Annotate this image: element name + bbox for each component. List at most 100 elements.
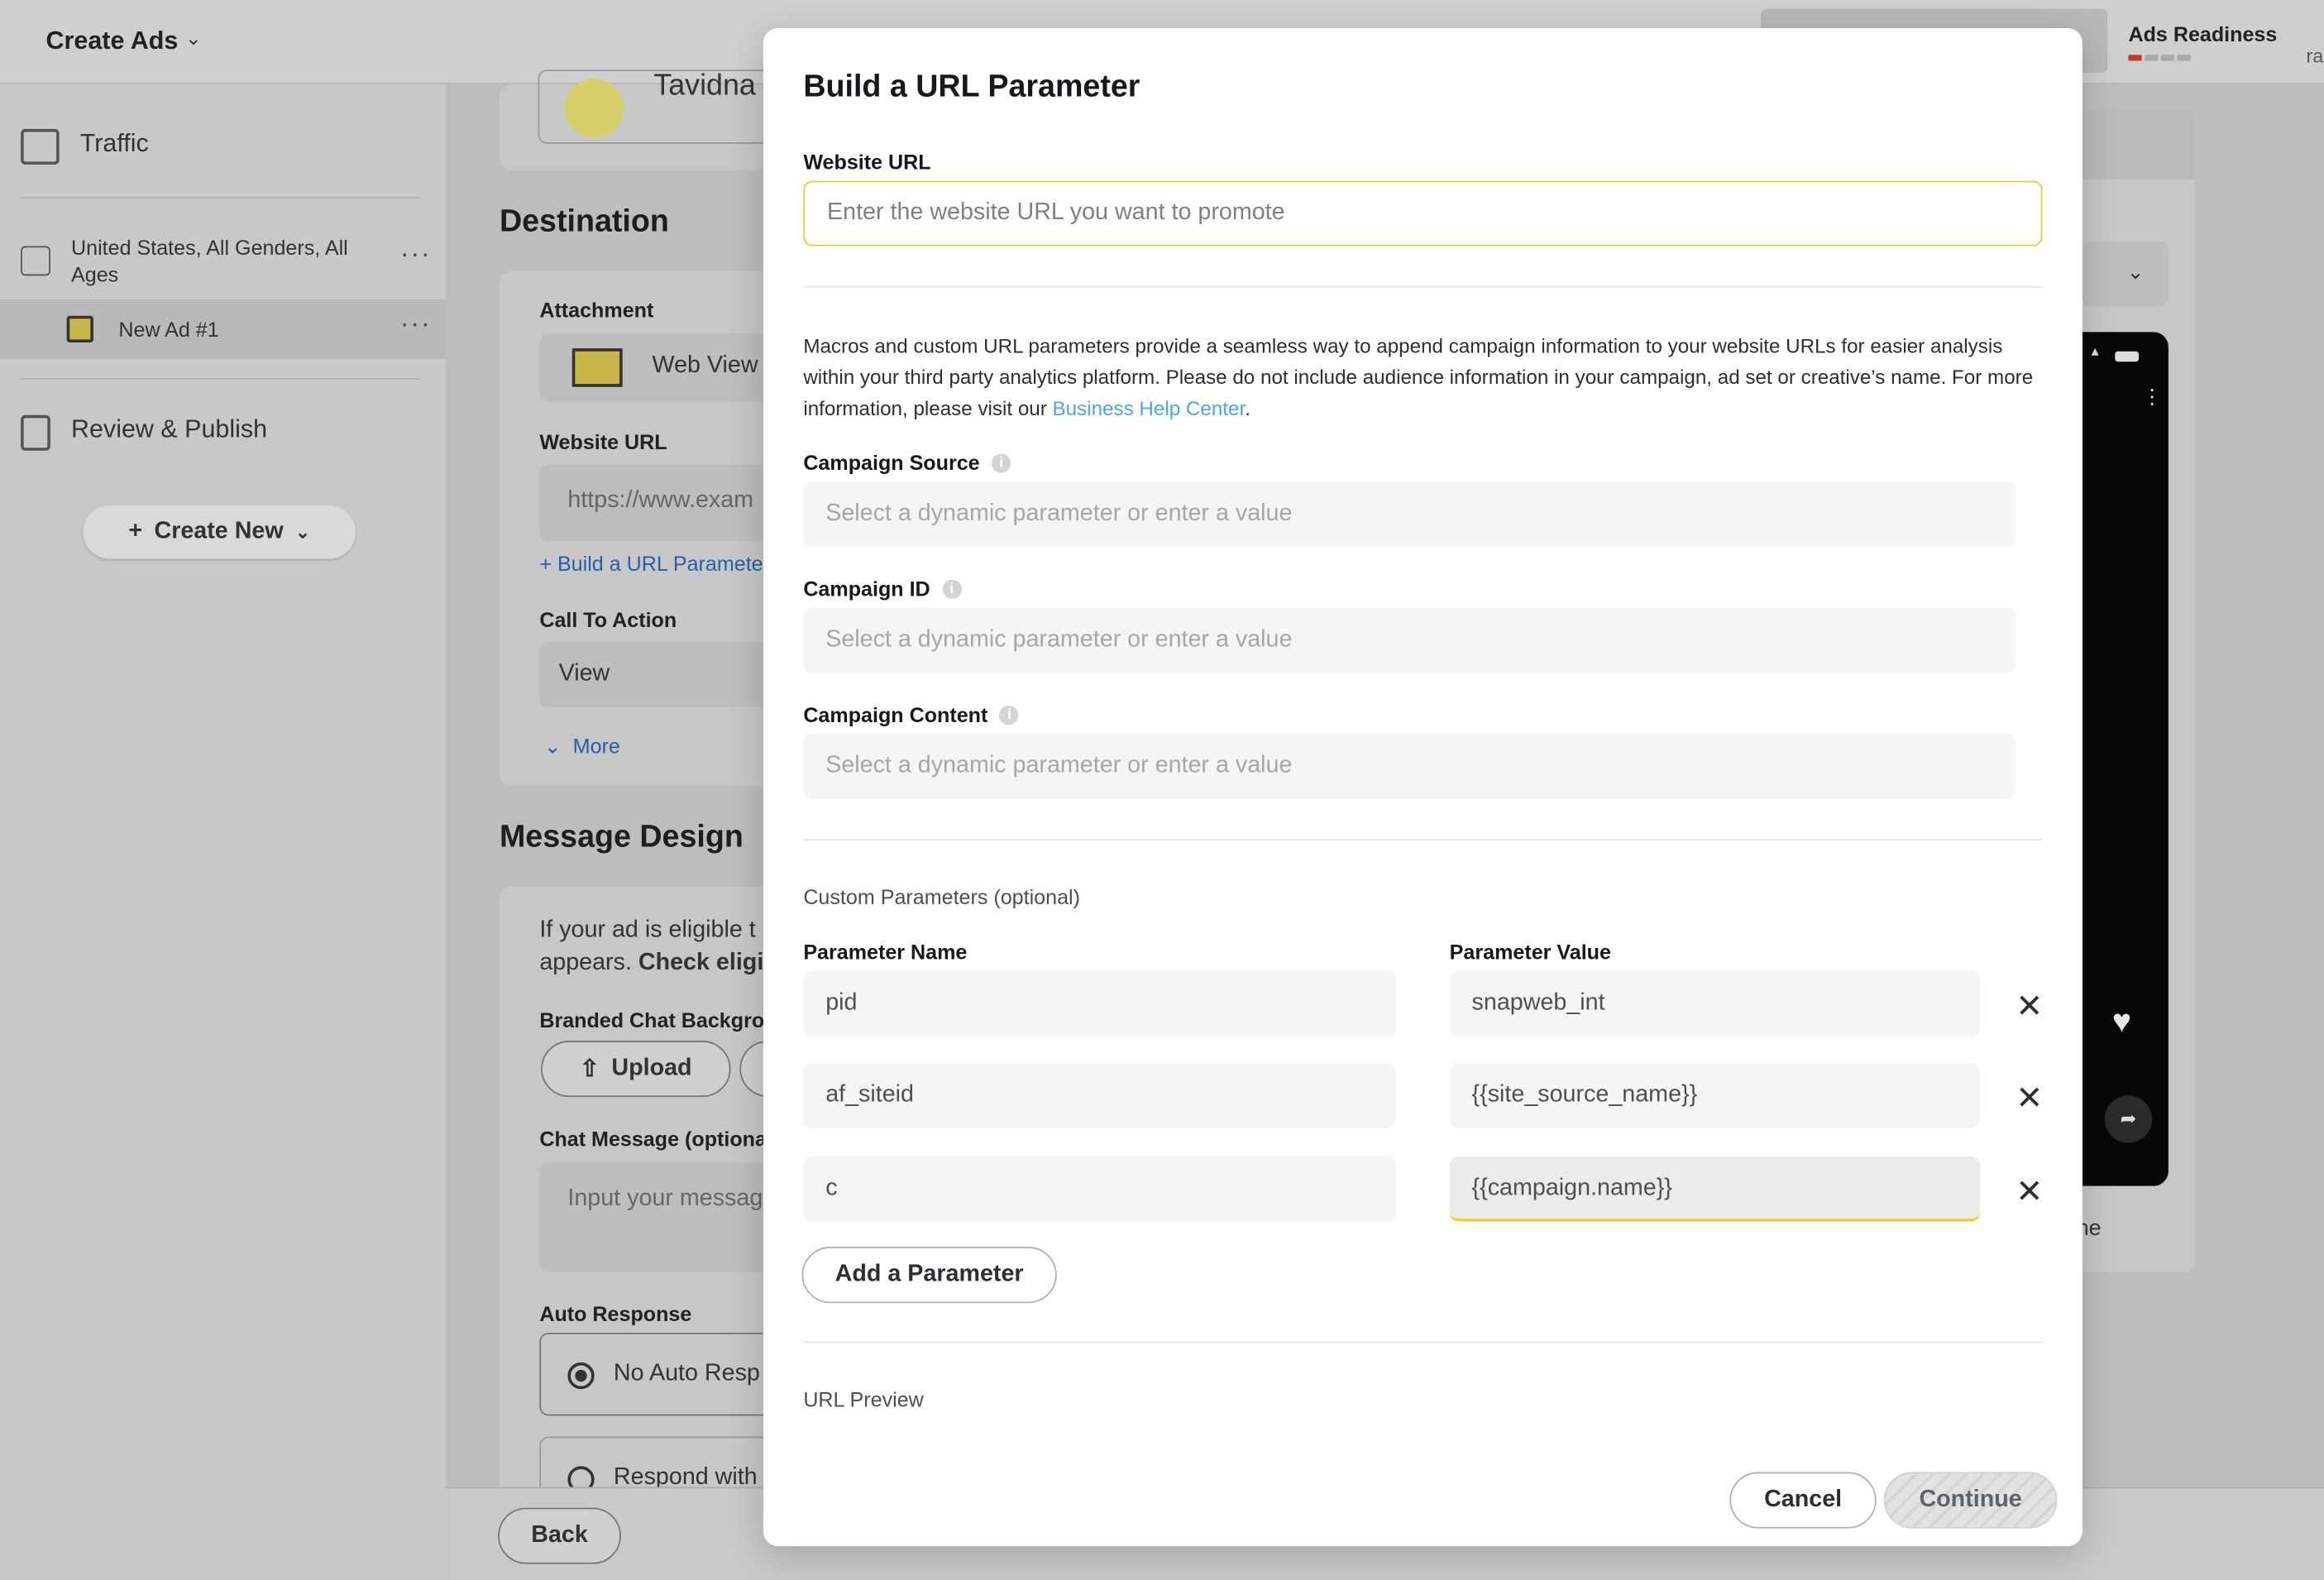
upload-button[interactable]: ⇧ Upload (541, 1041, 731, 1098)
back-button[interactable]: Back (498, 1507, 621, 1564)
create-new-button[interactable]: + Create New ⌄ (83, 505, 356, 559)
more-options-icon[interactable]: ··· (400, 309, 432, 340)
remove-parameter-icon[interactable]: ✕ (2016, 1175, 2043, 1207)
chevron-down-icon: ⌄ (295, 521, 311, 543)
divider (803, 839, 2043, 841)
parameter-name-input[interactable]: pid (803, 970, 1397, 1037)
parameter-value-header: Parameter Value (1449, 940, 1611, 964)
add-parameter-button[interactable]: Add a Parameter (801, 1247, 1057, 1304)
web-view-icon (571, 348, 623, 387)
back-label: Back (531, 1522, 588, 1548)
preview-select[interactable]: ⌄ (2082, 242, 2169, 307)
check-eligibility-link[interactable]: Check eligi (638, 950, 763, 975)
radio-selected-icon (567, 1362, 595, 1390)
ads-readiness-progress (2128, 55, 2191, 61)
message-design-heading: Message Design (499, 820, 744, 855)
info-icon[interactable]: i (942, 578, 962, 599)
chat-background-label: Branded Chat Backgrou (539, 1008, 777, 1032)
campaign-content-select[interactable]: Select a dynamic parameter or enter a va… (803, 734, 2016, 799)
website-url-input[interactable]: https://www.exam (539, 463, 777, 542)
sidebar-item-review[interactable]: Review & Publish (21, 414, 267, 451)
url-preview-label: URL Preview (803, 1387, 924, 1412)
sidebar: Traffic United States, All Genders, All … (0, 84, 447, 1580)
chevron-down-icon: ⌄ (2126, 259, 2145, 284)
chat-message-label: Chat Message (optional (539, 1126, 772, 1151)
page: Create Ads ⌄ Ads Readiness ra Traffic Un… (0, 0, 2324, 1580)
heart-icon[interactable]: ♥ (2112, 1002, 2131, 1041)
campaign-source-label: Campaign Source i (803, 451, 1011, 474)
folder-icon (21, 128, 60, 165)
cta-select[interactable]: View (539, 641, 777, 707)
divider (19, 197, 420, 199)
sidebar-item-label: Traffic (79, 128, 149, 157)
profile-card: Tavidna (499, 69, 776, 171)
info-icon[interactable]: i (991, 452, 1011, 472)
more-options-icon[interactable]: ··· (400, 239, 432, 271)
campaign-content-label-text: Campaign Content (803, 702, 988, 727)
description-end: . (1245, 397, 1250, 420)
attachment-field[interactable]: Web View (539, 333, 777, 402)
website-url-label: Website URL (539, 429, 667, 454)
cancel-button[interactable]: Cancel (1729, 1472, 1877, 1529)
ads-readiness-label[interactable]: Ads Readiness (2128, 22, 2277, 46)
ad-icon (66, 315, 93, 342)
website-url-placeholder: https://www.exam (567, 487, 754, 514)
build-url-parameter-modal: Build a URL Parameter Website URL Macros… (763, 28, 2083, 1547)
website-url-label: Website URL (803, 150, 930, 174)
campaign-content-label: Campaign Content i (803, 702, 1019, 726)
website-url-label-text: Website URL (803, 150, 931, 174)
share-icon[interactable]: ➦ (2104, 1095, 2153, 1143)
chat-message-placeholder: Input your messag (567, 1185, 763, 1212)
app-title[interactable]: Create Ads (46, 26, 179, 56)
attachment-value: Web View (652, 352, 758, 378)
create-new-label: Create New (154, 519, 284, 544)
sidebar-item-traffic[interactable]: Traffic (21, 128, 149, 165)
plus-icon: + (128, 519, 143, 544)
info-icon[interactable]: i (999, 705, 1019, 725)
cta-label: Call To Action (539, 607, 677, 632)
message-text-2a: appears. (539, 950, 638, 976)
remove-parameter-icon[interactable]: ✕ (2016, 1081, 2043, 1113)
modal-title: Build a URL Parameter (803, 69, 1140, 104)
more-link-label: More (572, 734, 620, 758)
parameter-name-input[interactable]: c (803, 1156, 1397, 1222)
destination-heading: Destination (499, 204, 669, 239)
more-vertical-icon[interactable]: ⋮ (2142, 385, 2163, 406)
chevron-down-icon[interactable]: ⌄ (185, 26, 202, 50)
continue-button[interactable]: Continue (1883, 1472, 2058, 1529)
business-help-center-link[interactable]: Business Help Center (1053, 397, 1246, 419)
website-url-input[interactable] (803, 180, 2043, 247)
clipboard-icon (21, 414, 50, 451)
cta-value: View (558, 661, 610, 687)
campaign-source-select[interactable]: Select a dynamic parameter or enter a va… (803, 481, 2016, 548)
sidebar-item-ad[interactable]: New Ad #1 ··· (0, 299, 447, 359)
campaign-id-select[interactable]: Select a dynamic parameter or enter a va… (803, 607, 2016, 673)
parameter-value-input[interactable]: snapweb_int (1449, 970, 1981, 1037)
campaign-id-label-text: Campaign ID (803, 577, 930, 601)
custom-parameters-heading: Custom Parameters (optional) (803, 884, 1080, 909)
battery-icon (2115, 351, 2140, 362)
build-url-parameter-link[interactable]: + Build a URL Parameter (539, 552, 770, 576)
upload-icon: ⇧ (580, 1056, 600, 1083)
upload-label: Upload (611, 1055, 692, 1081)
remove-parameter-icon[interactable]: ✕ (2016, 989, 2043, 1022)
parameter-value-input[interactable]: {{site_source_name}} (1449, 1062, 1981, 1128)
edge-text: ra (2306, 44, 2324, 67)
more-link[interactable]: ⌄ More (544, 734, 620, 759)
phone-preview: ▴ ⋮ ♥ ➦ (2082, 332, 2169, 1186)
auto-response-option-1-label: No Auto Resp (613, 1361, 760, 1386)
parameter-name-input[interactable]: af_siteid (803, 1062, 1397, 1128)
message-text-1: If your ad is eligible t (539, 917, 756, 943)
chat-message-input[interactable]: Input your messag (539, 1162, 777, 1272)
profile-name: Tavidna (653, 69, 756, 103)
sidebar-item-label: New Ad #1 (118, 317, 219, 342)
ad-set-icon (21, 246, 50, 276)
auto-response-option-1[interactable]: No Auto Resp (539, 1333, 777, 1416)
divider (19, 377, 420, 380)
auto-response-label: Auto Response (539, 1301, 692, 1326)
sidebar-item-ad-set[interactable]: United States, All Genders, All Ages (21, 234, 376, 288)
parameter-value-input[interactable]: {{campaign.name}} (1449, 1156, 1981, 1222)
description-text: Macros and custom URL parameters provide… (803, 335, 2034, 420)
parameter-name-header: Parameter Name (803, 940, 968, 964)
divider (803, 285, 2043, 288)
